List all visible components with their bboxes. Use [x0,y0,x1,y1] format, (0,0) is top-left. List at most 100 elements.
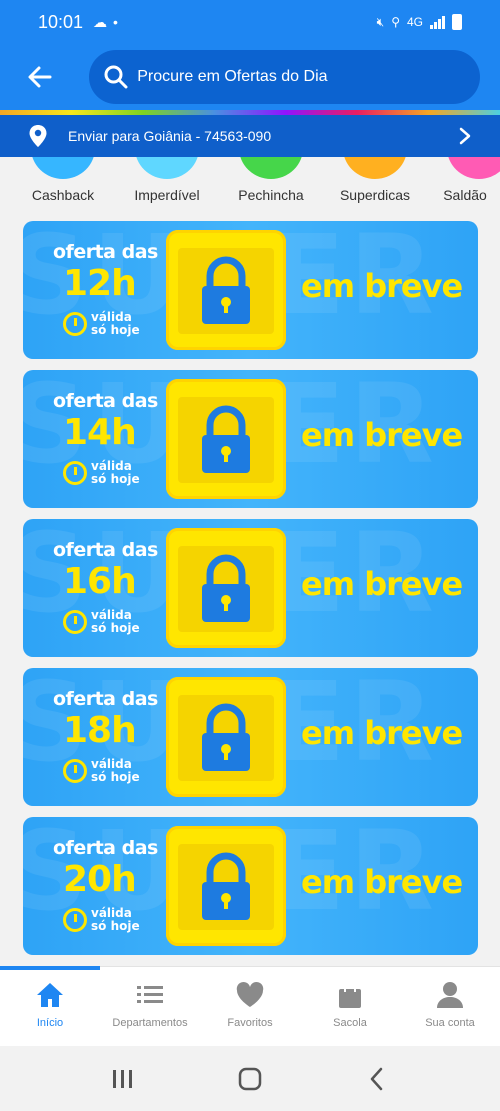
offer-banner-20h[interactable]: SUPER oferta das 20h válida só hoje em b… [23,817,478,955]
banner-hour: 18h [63,710,137,751]
lock-icon [202,554,250,622]
system-navigation-bar [0,1046,500,1111]
banner-status: em breve [301,416,463,454]
offer-banner-12h[interactable]: SUPER oferta das 12h válida só hoje em b… [23,221,478,359]
banner-status: em breve [301,714,463,752]
banner-title: oferta das [53,390,158,412]
locked-box [166,528,286,648]
address-text: Enviar para Goiânia - 74563-090 [68,128,272,144]
category-superdicas[interactable]: Superdicas [325,157,425,207]
category-saldao[interactable]: Saldão [429,157,500,207]
category-bubble [135,157,199,179]
dot-icon: • [113,14,118,30]
location-pin-icon [29,125,47,147]
category-bubble [31,157,95,179]
nav-sua-conta[interactable]: Sua conta [400,967,500,1047]
search-input[interactable]: Procure em Ofertas do Dia [89,50,480,104]
active-tab-indicator [0,966,100,970]
offer-banner-18h[interactable]: SUPER oferta das 18h válida só hoje em b… [23,668,478,806]
nav-departamentos[interactable]: Departamentos [100,967,200,1047]
category-strip: Cashback Imperdível Pechincha Superdicas… [0,157,500,207]
lock-icon [202,256,250,324]
nav-label: Sacola [333,1017,367,1029]
nav-label: Sua conta [425,1017,475,1029]
category-label: Cashback [31,187,95,203]
status-right: 🔇︎ ⚲ 4G [377,14,462,30]
validity-text: válida só hoje [91,310,140,337]
banner-hour: 16h [63,561,137,602]
mute-icon: 🔇︎ [376,14,385,29]
validity-text: válida só hoje [91,459,140,486]
nav-label: Departamentos [112,1017,188,1029]
offer-banner-14h[interactable]: SUPER oferta das 14h válida só hoje em b… [23,370,478,508]
banner-status: em breve [301,863,463,901]
bag-icon [339,981,361,1008]
delivery-address-bar[interactable]: Enviar para Goiânia - 74563-090 [0,115,500,157]
banner-status: em breve [301,267,463,305]
header: Procure em Ofertas do Dia [0,44,500,110]
locked-box [166,677,286,797]
category-cashback[interactable]: Cashback [13,157,113,207]
home-square-icon [238,1067,262,1090]
validity-badge: válida só hoje [63,311,143,337]
list-icon [137,986,163,1003]
stopwatch-icon [63,461,87,485]
banner-title: oferta das [53,837,158,859]
validity-badge: válida só hoje [63,460,143,486]
offer-banner-16h[interactable]: SUPER oferta das 16h válida só hoje em b… [23,519,478,657]
arrow-left-icon [28,66,52,88]
locked-box [166,230,286,350]
battery-icon [452,14,462,30]
stopwatch-icon [63,759,87,783]
nav-inicio[interactable]: Início [0,967,100,1047]
user-icon [437,982,463,1008]
banner-hour: 12h [63,263,137,304]
heart-icon [236,982,264,1007]
nav-favoritos[interactable]: Favoritos [200,967,300,1047]
back-button[interactable] [20,57,59,97]
category-label: Pechincha [238,187,304,203]
bottom-navigation: Início Departamentos Favoritos Sacola Su… [0,966,500,1046]
status-time: 10:01 [38,11,84,32]
network-label: 4G [406,15,423,29]
lock-icon [202,703,250,771]
search-placeholder: Procure em Ofertas do Dia [137,68,328,85]
chevron-right-icon [459,127,471,145]
notification-icons: ☁ • [93,14,118,31]
validity-badge: válida só hoje [63,609,143,635]
category-bubble [343,157,407,179]
locked-box [166,826,286,946]
nav-label: Início [36,1017,64,1029]
stopwatch-icon [63,908,87,932]
nav-label: Favoritos [227,1017,273,1029]
stopwatch-icon [63,312,87,336]
banner-hour: 20h [63,859,137,900]
validity-badge: válida só hoje [63,758,143,784]
locked-box [166,379,286,499]
category-imperdivel[interactable]: Imperdível [117,157,217,207]
category-label: Superdicas [339,187,411,203]
category-bubble [239,157,303,179]
back-chevron-icon [370,1067,382,1090]
banner-status: em breve [301,565,463,603]
category-bubble [447,157,500,179]
home-button[interactable] [230,1059,270,1099]
cloud-icon: ☁ [93,13,108,30]
category-pechincha[interactable]: Pechincha [221,157,321,207]
search-icon [104,65,128,89]
nav-sacola[interactable]: Sacola [300,967,400,1047]
banner-title: oferta das [53,539,158,561]
category-label: Saldão [443,187,487,203]
category-label: Imperdível [134,187,200,203]
banner-title: oferta das [53,241,158,263]
banner-hour: 14h [63,412,137,453]
banner-title: oferta das [53,688,158,710]
validity-text: válida só hoje [91,757,140,784]
signal-icon [430,15,445,29]
lock-icon [202,405,250,473]
recent-apps-button[interactable] [103,1059,143,1099]
lock-icon [202,852,250,920]
home-icon [37,983,63,1007]
back-system-button[interactable] [357,1059,397,1099]
validity-text: válida só hoje [91,906,140,933]
